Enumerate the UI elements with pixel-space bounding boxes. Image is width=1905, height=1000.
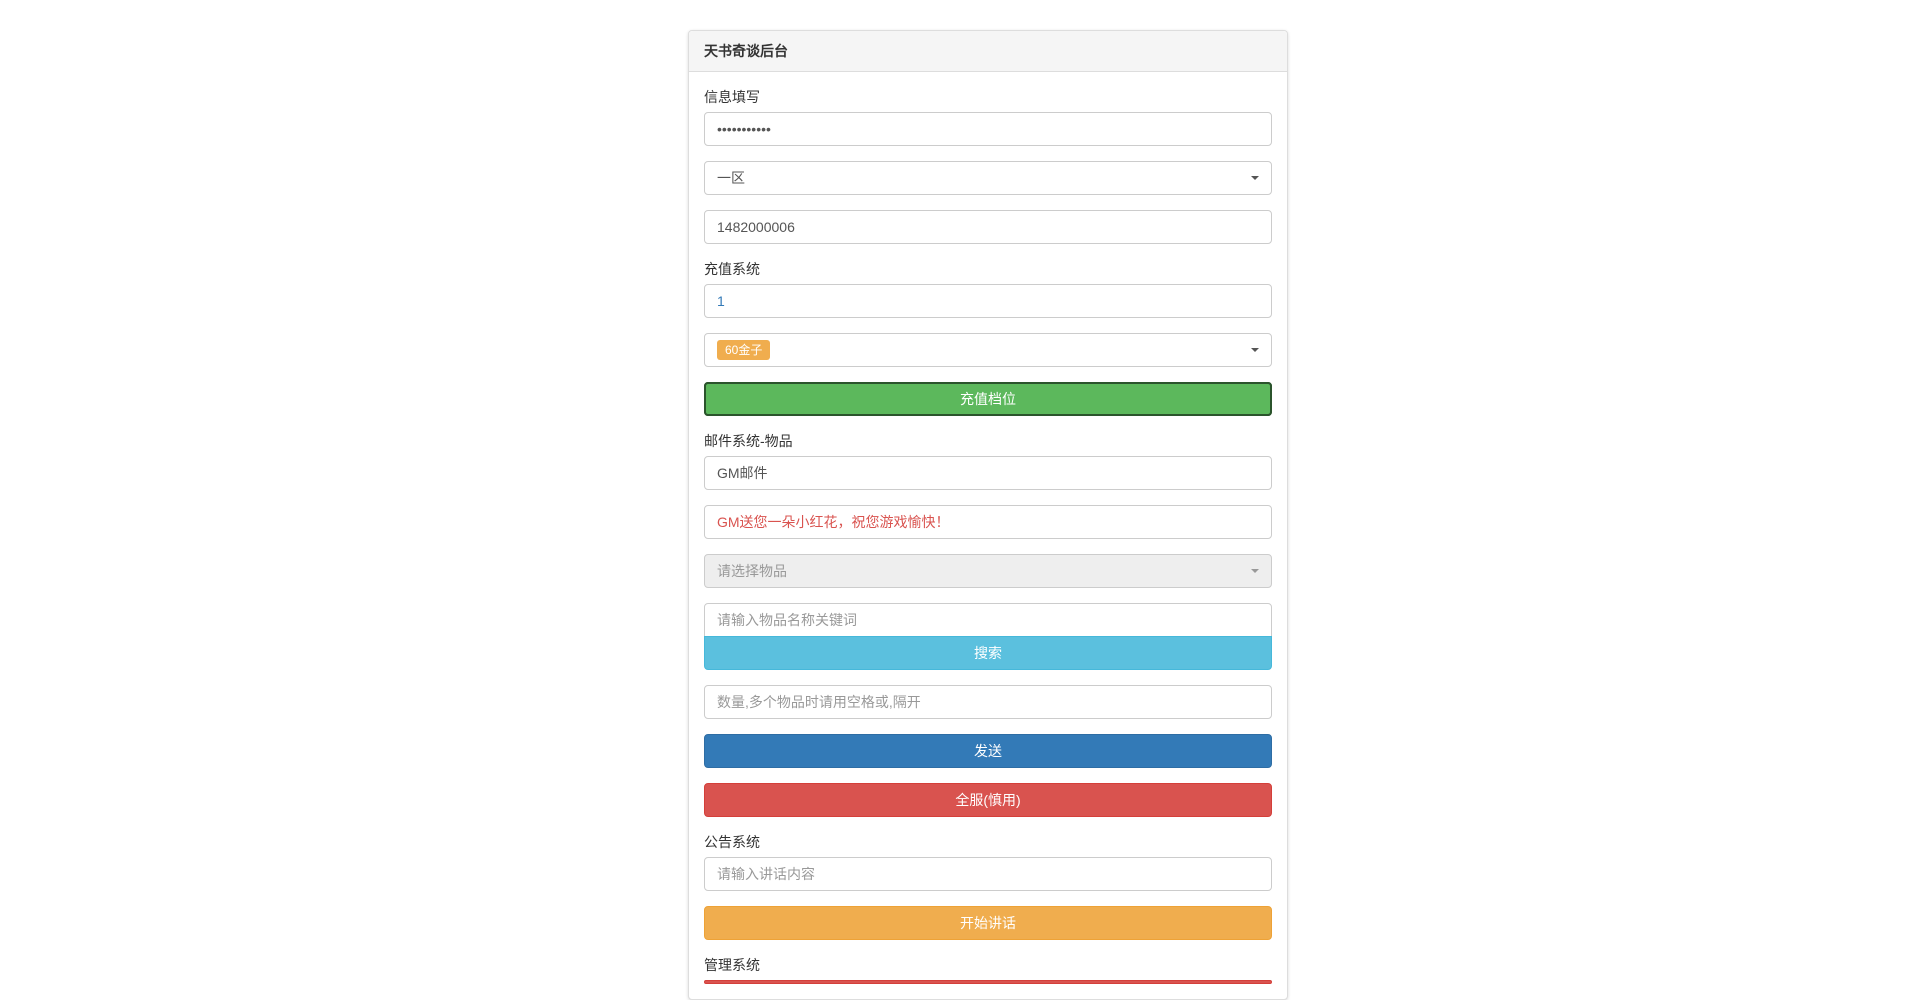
announce-section-label: 公告系统: [704, 832, 760, 852]
info-section-label: 信息填写: [704, 87, 760, 107]
password-input[interactable]: [704, 112, 1272, 146]
uid-input[interactable]: [704, 210, 1272, 244]
quantity-input[interactable]: [704, 685, 1272, 719]
mail-title-input[interactable]: [704, 456, 1272, 490]
recharge-section-label: 充值系统: [704, 259, 760, 279]
item-select[interactable]: 请选择物品: [704, 554, 1272, 588]
chevron-down-icon: [1251, 176, 1259, 180]
recharge-submit-button[interactable]: 充值档位: [704, 382, 1272, 416]
admin-panel: 天书奇谈后台 信息填写 一区 充值系统 60金子 充值档位: [688, 30, 1288, 1000]
send-button[interactable]: 发送: [704, 734, 1272, 768]
announce-content-input[interactable]: [704, 857, 1272, 891]
chevron-down-icon: [1251, 569, 1259, 573]
recharge-tier-badge: 60金子: [717, 340, 770, 361]
item-select-placeholder: 请选择物品: [717, 561, 787, 581]
search-button[interactable]: 搜索: [704, 636, 1272, 670]
recharge-tier-select[interactable]: 60金子: [704, 333, 1272, 367]
mail-section-label: 邮件系统-物品: [704, 431, 793, 451]
zone-select[interactable]: 一区: [704, 161, 1272, 195]
all-server-button[interactable]: 全服(慎用): [704, 783, 1272, 817]
recharge-amount-input[interactable]: [704, 284, 1272, 318]
mail-body-input[interactable]: [704, 505, 1272, 539]
panel-title: 天书奇谈后台: [689, 31, 1287, 72]
manage-button-partial[interactable]: [704, 980, 1272, 984]
manage-section-label: 管理系统: [704, 955, 760, 975]
zone-select-value: 一区: [717, 168, 745, 188]
panel-body: 信息填写 一区 充值系统 60金子 充值档位 邮件系统-物品: [689, 72, 1287, 999]
start-speak-button[interactable]: 开始讲话: [704, 906, 1272, 940]
chevron-down-icon: [1251, 348, 1259, 352]
item-search-input[interactable]: [704, 603, 1272, 637]
